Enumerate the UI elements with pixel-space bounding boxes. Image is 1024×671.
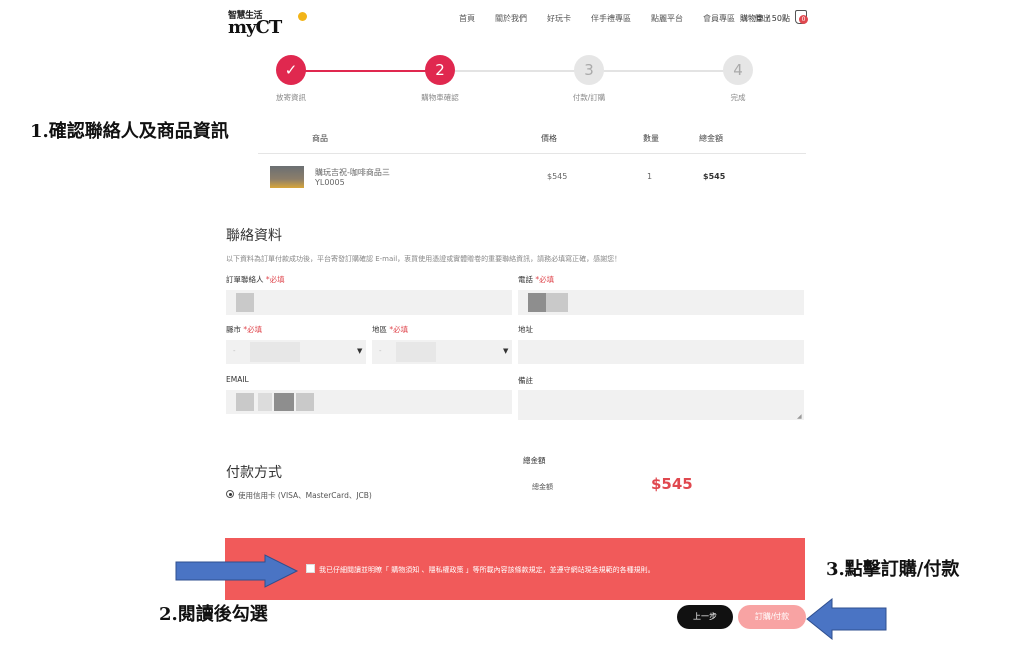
col-header-product: 商品 <box>312 134 328 143</box>
total-price: $545 <box>651 475 693 493</box>
nav-fun-card[interactable]: 好玩卡 <box>547 13 571 24</box>
logo-text: myCT <box>228 17 282 38</box>
required-mark: *必填 <box>265 275 285 284</box>
order-pay-button[interactable]: 訂購/付款 <box>738 605 806 629</box>
step-2-label: 購物車確認 <box>421 93 459 102</box>
total-header: 總金額 <box>523 456 546 465</box>
nav-souvenir[interactable]: 伴手禮專區 <box>591 13 631 24</box>
col-header-price: 價格 <box>541 134 557 143</box>
nav-home[interactable]: 首頁 <box>459 13 475 24</box>
step-4-circle: 4 <box>723 55 753 85</box>
redacted-email-2 <box>258 393 272 411</box>
logo-dot-icon <box>298 12 307 21</box>
nav-points[interactable]: 點麗平台 <box>651 13 683 24</box>
payment-method-label: 使用信用卡 (VISA、MasterCard、JCB) <box>238 491 372 500</box>
product-code: YL0005 <box>315 178 345 187</box>
nav-about[interactable]: 關於我們 <box>495 13 527 24</box>
redacted-email-4 <box>296 393 314 411</box>
annotation-step1: 1.確認聯絡人及商品資訊 <box>30 121 229 142</box>
redacted-phone-2 <box>546 293 568 312</box>
redacted-district <box>396 342 436 362</box>
col-header-qty: 數量 <box>643 134 659 143</box>
payment-section-title: 付款方式 <box>226 465 282 481</box>
step-connector-1 <box>291 70 440 72</box>
arrow-left-icon <box>806 598 887 640</box>
contact-section-title: 聯絡資料 <box>226 228 282 244</box>
annotation-step3: 3.點擊訂購/付款 <box>826 559 960 580</box>
prev-step-button[interactable]: 上一步 <box>677 605 733 629</box>
step-3-circle: 3 <box>574 55 604 85</box>
step-4-label: 完成 <box>730 93 746 102</box>
total-label: 總金額 <box>532 483 553 491</box>
redacted-phone-1 <box>528 293 546 312</box>
product-qty: 1 <box>647 172 653 181</box>
contact-name-input[interactable] <box>226 290 512 315</box>
product-price: $545 <box>547 172 568 181</box>
address-label: 地址 <box>518 325 533 334</box>
district-select-value: - <box>379 347 382 355</box>
redacted-name <box>236 293 254 312</box>
chevron-down-icon: ▼ <box>503 347 509 355</box>
district-label: 地區 *必填 <box>372 325 409 334</box>
nav-member[interactable]: 會員專區 <box>703 13 735 24</box>
county-select-value: - <box>233 347 236 355</box>
step-1-label: 放寄資訊 <box>276 93 306 102</box>
step-2-circle: 2 <box>425 55 455 85</box>
arrow-right-icon <box>175 554 299 588</box>
col-header-total: 總金額 <box>699 134 723 143</box>
annotation-step2: 2.閱讀後勾選 <box>159 604 268 625</box>
logo[interactable]: 智慧生活 myCT <box>228 8 308 38</box>
redacted-email-1 <box>236 393 254 411</box>
agree-text[interactable]: 我已仔細閱讀並明瞭「 購物須知 、隱私權政策 」等所載內容該條款規定，並遵守網站… <box>319 565 655 575</box>
product-name: 購玩吉祝-咖啡商品三 <box>315 168 390 177</box>
product-thumbnail <box>270 166 304 188</box>
step-1-check-icon: ✓ <box>276 55 306 85</box>
address-input[interactable] <box>518 340 804 364</box>
contact-notice: 以下資料為訂單付款成功後，平台寄發訂購確認 E-mail，衷買使用憑證或實體贈卷… <box>226 255 622 263</box>
step-3-label: 付款/訂購 <box>572 93 606 102</box>
note-textarea[interactable] <box>518 390 804 420</box>
resize-handle-icon[interactable]: ◢ <box>797 413 802 420</box>
phone-label: 電話 *必填 <box>518 275 555 284</box>
redacted-email-3 <box>274 393 294 411</box>
chevron-down-icon: ▼ <box>357 347 363 355</box>
note-label: 備註 <box>518 376 533 385</box>
name-label: 訂單聯絡人 *必填 <box>226 275 285 284</box>
cart-count-badge: 0 <box>799 15 808 24</box>
payment-radio[interactable] <box>226 490 234 498</box>
table-divider <box>258 153 806 154</box>
email-label: EMAIL <box>226 375 249 384</box>
county-label: 縣市 *必填 <box>226 325 263 334</box>
cart-link[interactable]: 購物車 / 50點 <box>740 13 790 24</box>
agree-checkbox[interactable] <box>306 564 315 573</box>
district-select[interactable] <box>372 340 512 364</box>
redacted-county <box>250 342 300 362</box>
product-total: $545 <box>703 172 726 181</box>
